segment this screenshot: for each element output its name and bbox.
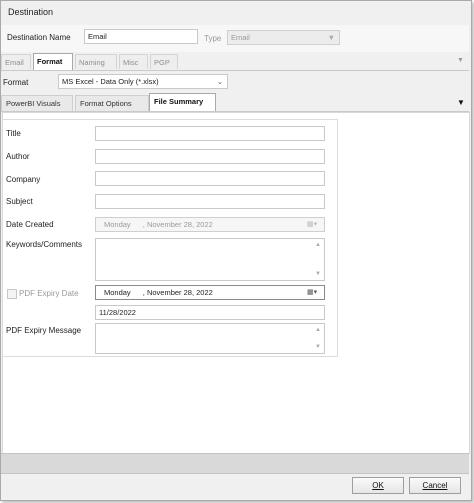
type-label: Type (204, 34, 222, 43)
pdf-expiry-day: Monday (104, 288, 131, 297)
ok-button-label: OK (372, 481, 384, 490)
tab-format-options[interactable]: Format Options (75, 95, 149, 111)
cancel-button-label: Cancel (422, 481, 448, 490)
date-created-date: , November 28, 2022 (142, 220, 213, 229)
tab-misc[interactable]: Misc (119, 54, 148, 69)
message-scrollbar[interactable]: ▲ ▼ (314, 326, 322, 351)
type-select-value: Email (231, 33, 250, 42)
status-band (1, 453, 469, 474)
chevron-down-icon: ▼ (327, 33, 335, 42)
author-label: Author (6, 152, 30, 161)
pdf-expiry-message-label: PDF Expiry Message (6, 326, 82, 335)
tab-format[interactable]: Format (33, 53, 73, 70)
pdf-expiry-date-label: PDF Expiry Date (19, 289, 79, 298)
scroll-down-icon[interactable]: ▼ (314, 270, 322, 278)
calendar-icon: ▦▾ (307, 221, 318, 228)
author-input[interactable] (95, 149, 325, 164)
tab-overflow-icon[interactable]: ▼ (457, 57, 464, 64)
ok-button[interactable]: OK (352, 477, 404, 494)
date-created-label: Date Created (6, 220, 54, 229)
tab-powerbi-visuals[interactable]: PowerBI Visuals (1, 95, 73, 111)
pdf-expiry-message-textarea[interactable]: ▲ ▼ (95, 323, 325, 354)
chevron-down-icon: ⌄ (216, 77, 223, 86)
tab-file-summary[interactable]: File Summary (149, 93, 216, 111)
dialog-title: Destination (8, 7, 54, 17)
keywords-scrollbar[interactable]: ▲ ▼ (314, 241, 322, 278)
scroll-up-icon[interactable]: ▲ (314, 241, 322, 249)
pdf-expiry-short-date[interactable]: 11/28/2022 (95, 305, 325, 320)
destination-name-label: Destination Name (7, 33, 71, 42)
destination-name-input[interactable]: Email (84, 29, 198, 44)
scroll-up-icon[interactable]: ▲ (314, 326, 322, 334)
keywords-label: Keywords/Comments (6, 240, 83, 249)
sub-tab-strip: PowerBI Visuals Format Options File Summ… (1, 93, 469, 112)
calendar-icon[interactable]: ▦▾ (307, 288, 321, 298)
type-select: Email ▼ (227, 30, 340, 45)
pdf-expiry-date-picker[interactable]: Monday , November 28, 2022 ▦▾ (95, 285, 325, 300)
scroll-down-icon[interactable]: ▼ (314, 343, 322, 351)
date-created-picker: Monday , November 28, 2022 ▦▾ (95, 217, 325, 232)
cancel-button[interactable]: Cancel (409, 477, 461, 494)
date-created-day: Monday (104, 220, 131, 229)
tab-pgp[interactable]: PGP (150, 54, 178, 69)
top-tab-strip: Email Format Naming Misc PGP ▼ (1, 53, 469, 71)
company-input[interactable] (95, 171, 325, 186)
format-select[interactable]: MS Excel - Data Only (*.xlsx) ⌄ (58, 74, 228, 89)
tab-email[interactable]: Email (1, 54, 31, 69)
title-label: Title (6, 129, 21, 138)
subject-input[interactable] (95, 194, 325, 209)
pdf-expiry-date-checkbox[interactable] (7, 289, 17, 299)
format-select-value: MS Excel - Data Only (*.xlsx) (62, 77, 159, 86)
company-label: Company (6, 175, 41, 184)
keywords-textarea[interactable]: ▲ ▼ (95, 238, 325, 281)
format-label: Format (3, 78, 29, 87)
footer-divider (1, 473, 469, 474)
subject-label: Subject (6, 197, 33, 206)
pdf-expiry-date: , November 28, 2022 (142, 288, 213, 297)
triangle-down-icon[interactable]: ▼ (457, 98, 465, 107)
tab-naming[interactable]: Naming (75, 54, 117, 69)
title-input[interactable] (95, 126, 325, 141)
